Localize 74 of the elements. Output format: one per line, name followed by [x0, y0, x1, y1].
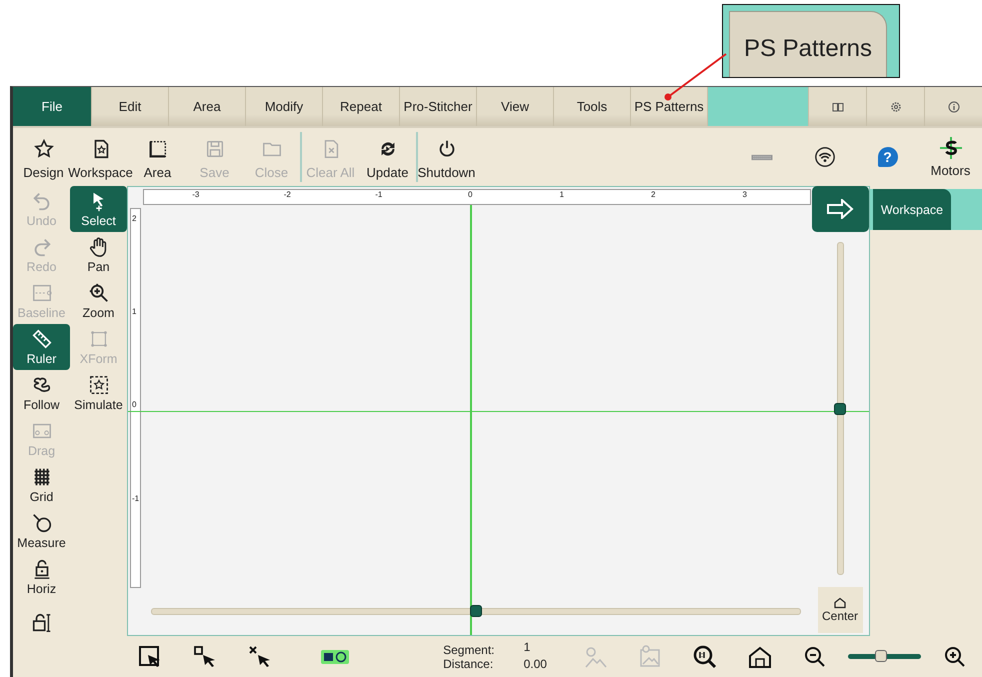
ruler-label: 2: [650, 190, 656, 201]
menu-tab[interactable]: Area: [169, 87, 246, 126]
arrow-box-icon: [138, 644, 162, 668]
star-icon: [32, 138, 54, 160]
status-indicator-icon: [321, 650, 350, 664]
area-icon: [146, 138, 168, 160]
slider-thumb[interactable]: [470, 604, 482, 617]
keyboard-icon: [750, 154, 772, 160]
tool-button[interactable]: Zoom: [70, 278, 127, 324]
panel-tab[interactable]: Workspace: [873, 189, 951, 230]
ruler-label: -1: [374, 190, 384, 201]
segment-label: Segment:: [443, 642, 496, 656]
padlock-icon: [30, 612, 52, 634]
x-arrow-icon: [248, 644, 272, 668]
menu-tab[interactable]: Repeat: [323, 87, 400, 126]
toolbar-button[interactable]: Update: [359, 128, 416, 186]
tool-button[interactable]: Select: [70, 186, 127, 232]
zoom-in-icon: [942, 644, 967, 668]
distance-label: Distance:: [443, 656, 494, 670]
tool-button[interactable]: Pan: [70, 232, 127, 278]
mountain-zoom-icon: [584, 644, 608, 668]
ruler-label: 1: [131, 307, 138, 318]
ruler-label: 3: [742, 190, 748, 201]
ruler-label: 1: [558, 190, 565, 201]
tool-button[interactable]: Horiz: [13, 554, 70, 600]
picture-zoom-icon: [638, 644, 662, 668]
wifi-icon: [814, 146, 836, 168]
toolbar-button[interactable]: Shutdown: [418, 128, 475, 186]
menu-tab[interactable]: PS Patterns: [631, 87, 708, 126]
baseline-icon: [30, 282, 52, 304]
undo-icon: [30, 190, 52, 212]
ruler-label: -3: [191, 190, 200, 201]
tab-button[interactable]: [808, 87, 866, 126]
distance-value: 0.00: [524, 656, 548, 670]
menu-tab[interactable]: File: [13, 87, 92, 126]
settings-icon: [890, 100, 902, 112]
star-box-icon: [88, 374, 110, 396]
segment-value: 1: [524, 640, 532, 656]
ruler-label: -1: [131, 494, 140, 505]
tab-label: PS Patterns: [729, 11, 887, 77]
center-button[interactable]: Center: [818, 587, 862, 633]
zoom-out-icon: [802, 644, 827, 668]
tool-button[interactable]: Simulate: [70, 370, 127, 416]
book-icon: [832, 100, 844, 112]
magnifier-icon: [693, 644, 718, 668]
vertical-slider[interactable]: [836, 242, 844, 575]
tool-button[interactable]: Grid: [13, 462, 70, 508]
dollar-icon: [940, 136, 962, 158]
ruler-label: 2: [131, 214, 138, 225]
menu-tab[interactable]: Tools: [554, 87, 631, 126]
ruler-icon: [30, 328, 52, 350]
info-icon: [948, 100, 960, 112]
menu-tab[interactable]: Pro-Stitcher: [400, 87, 477, 126]
right-arrow-icon: [826, 199, 854, 219]
slider-thumb[interactable]: [874, 650, 887, 662]
ruler-label: 0: [467, 190, 474, 201]
ruler-label: 0: [131, 400, 138, 412]
horizontal-slider[interactable]: [151, 608, 801, 615]
menu-tab[interactable]: Edit: [92, 87, 169, 126]
motors-button[interactable]: Motors: [919, 128, 982, 186]
tool-button[interactable]: Follow: [13, 370, 70, 416]
arrow-button[interactable]: [812, 186, 868, 232]
menu-tab[interactable]: View: [477, 87, 554, 126]
house-icon: [834, 597, 846, 609]
tool-button[interactable]: Measure: [13, 508, 70, 554]
work-canvas[interactable]: -3 -2 -1 0 1 2 3 2 1 0 -1 Center: [127, 186, 870, 636]
tool-button[interactable]: Ruler: [13, 324, 70, 370]
help-button[interactable]: ?: [878, 147, 898, 167]
house-icon: [748, 644, 772, 668]
menu-tab[interactable]: Modify: [246, 87, 323, 126]
zoom-icon: [88, 282, 110, 304]
square-arrow-icon: [192, 644, 217, 668]
slider-thumb[interactable]: [834, 402, 846, 414]
ruler-label: -2: [282, 190, 292, 201]
